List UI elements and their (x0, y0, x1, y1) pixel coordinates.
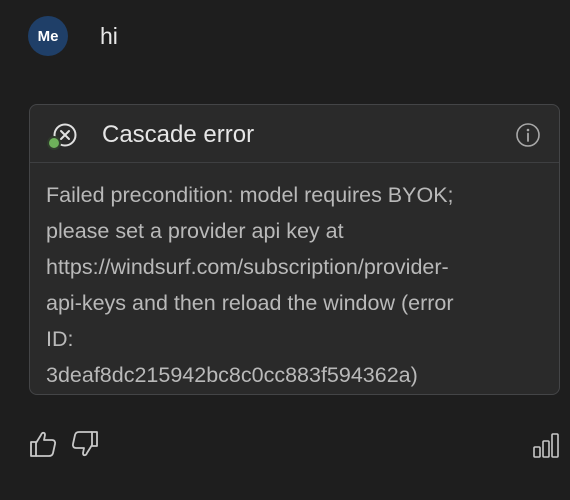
error-card: Cascade error Failed precondition: model… (29, 104, 560, 395)
thumbs-up-icon[interactable] (28, 428, 58, 460)
user-message: Me hi (28, 16, 118, 56)
error-line: api-keys and then reload the window (err… (46, 291, 454, 315)
user-message-text: hi (100, 22, 118, 49)
error-line: please set a provider api key at (46, 219, 344, 243)
status-dot (49, 138, 59, 148)
thumbs-down-icon[interactable] (70, 428, 100, 460)
feedback-bar (28, 428, 100, 460)
info-icon[interactable] (515, 122, 541, 148)
error-line: ID: (46, 327, 74, 351)
avatar: Me (28, 16, 68, 56)
error-line: https://windsurf.com/subscription/provid… (46, 255, 449, 279)
error-message: Failed precondition: model requires BYOK… (30, 163, 559, 393)
error-line: Failed precondition: model requires BYOK… (46, 183, 454, 207)
error-header: Cascade error (30, 105, 559, 163)
error-title: Cascade error (102, 121, 255, 148)
error-line: 3deaf8dc215942bc8c0cc883f594362a) (46, 363, 418, 387)
chat-panel: Me hi Cascade error Failed precondition:… (0, 0, 570, 500)
bar-chart-icon[interactable] (532, 432, 560, 458)
